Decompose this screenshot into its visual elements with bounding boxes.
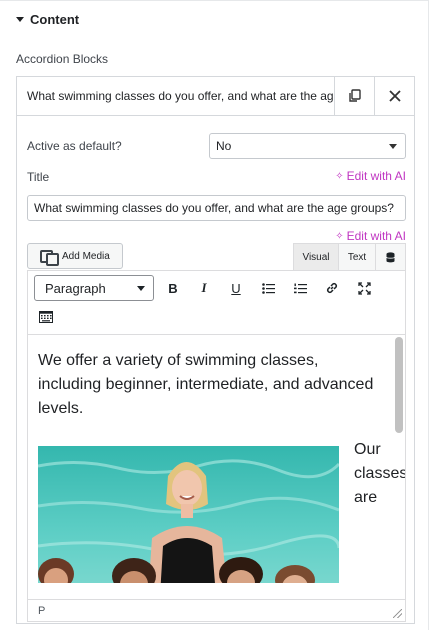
italic-button[interactable]: I [192, 276, 216, 300]
sparkle-icon: ✧ [335, 230, 344, 242]
tab-visual[interactable]: Visual [293, 243, 339, 270]
link-icon [326, 282, 338, 294]
edit-with-ai-title-link[interactable]: ✧ Edit with AI [335, 169, 406, 183]
add-media-button[interactable]: Add Media [27, 243, 123, 269]
sparkle-icon: ✧ [335, 170, 344, 182]
editor-toolbar: Paragraph B I U [28, 271, 405, 335]
duplicate-button[interactable] [334, 77, 374, 115]
chevron-down-icon [389, 144, 397, 149]
resize-handle-icon[interactable] [393, 609, 402, 618]
toolbar-toggle-icon [39, 311, 53, 323]
toolbar-toggle-button[interactable] [34, 305, 58, 329]
close-icon [388, 90, 401, 102]
editor-mode-tabs: Visual Text [293, 243, 406, 270]
database-icon [386, 251, 395, 262]
bold-button[interactable]: B [161, 276, 185, 300]
accordion-blocks-label: Accordion Blocks [16, 52, 109, 66]
fullscreen-button[interactable] [352, 276, 376, 300]
rich-text-editor: Paragraph B I U We offer a variety of sw… [27, 270, 406, 622]
remove-button[interactable] [374, 77, 414, 115]
content-panel: Content Accordion Blocks What swimming c… [0, 0, 429, 630]
numbered-list-button[interactable] [288, 276, 312, 300]
numbered-list-icon [293, 283, 307, 293]
title-label: Title [27, 170, 50, 184]
swimming-class-photo [38, 446, 339, 583]
accordion-repeater: What swimming classes do you offer, and … [16, 76, 415, 624]
editor-statusbar: P [28, 599, 405, 621]
content-wrap-text: Our classes are [354, 441, 405, 506]
italic-icon: I [201, 280, 207, 295]
chevron-down-icon [137, 286, 145, 291]
repeater-item-header[interactable]: What swimming classes do you offer, and … [17, 77, 414, 116]
element-path[interactable]: P [38, 605, 45, 617]
copy-icon [349, 89, 361, 102]
repeater-item-title[interactable]: What swimming classes do you offer, and … [17, 77, 334, 115]
paragraph-format-select[interactable]: Paragraph [34, 275, 154, 301]
active-default-label: Active as default? [27, 139, 122, 153]
tab-text[interactable]: Text [339, 243, 376, 270]
active-default-select[interactable]: No [209, 133, 406, 159]
section-title: Content [30, 11, 80, 27]
bullet-list-icon [261, 282, 275, 294]
content-scrollbar[interactable] [395, 337, 403, 433]
top-divider [0, 0, 429, 1]
bold-icon: B [168, 280, 178, 296]
media-icon [40, 249, 59, 266]
code-view-button[interactable] [376, 243, 406, 270]
caret-down-icon [16, 16, 24, 22]
content-section-toggle[interactable]: Content [16, 10, 79, 28]
insert-link-button[interactable] [320, 276, 344, 300]
bullet-list-button[interactable] [256, 276, 280, 300]
content-paragraph: We offer a variety of swimming classes, … [38, 352, 374, 417]
fullscreen-icon [357, 281, 371, 295]
title-input[interactable]: What swimming classes do you offer, and … [27, 195, 406, 221]
editor-content-area[interactable]: We offer a variety of swimming classes, … [28, 335, 405, 583]
edit-with-ai-content-link[interactable]: ✧ Edit with AI [335, 229, 406, 243]
underline-icon: U [231, 280, 241, 296]
underline-button[interactable]: U [224, 276, 248, 300]
